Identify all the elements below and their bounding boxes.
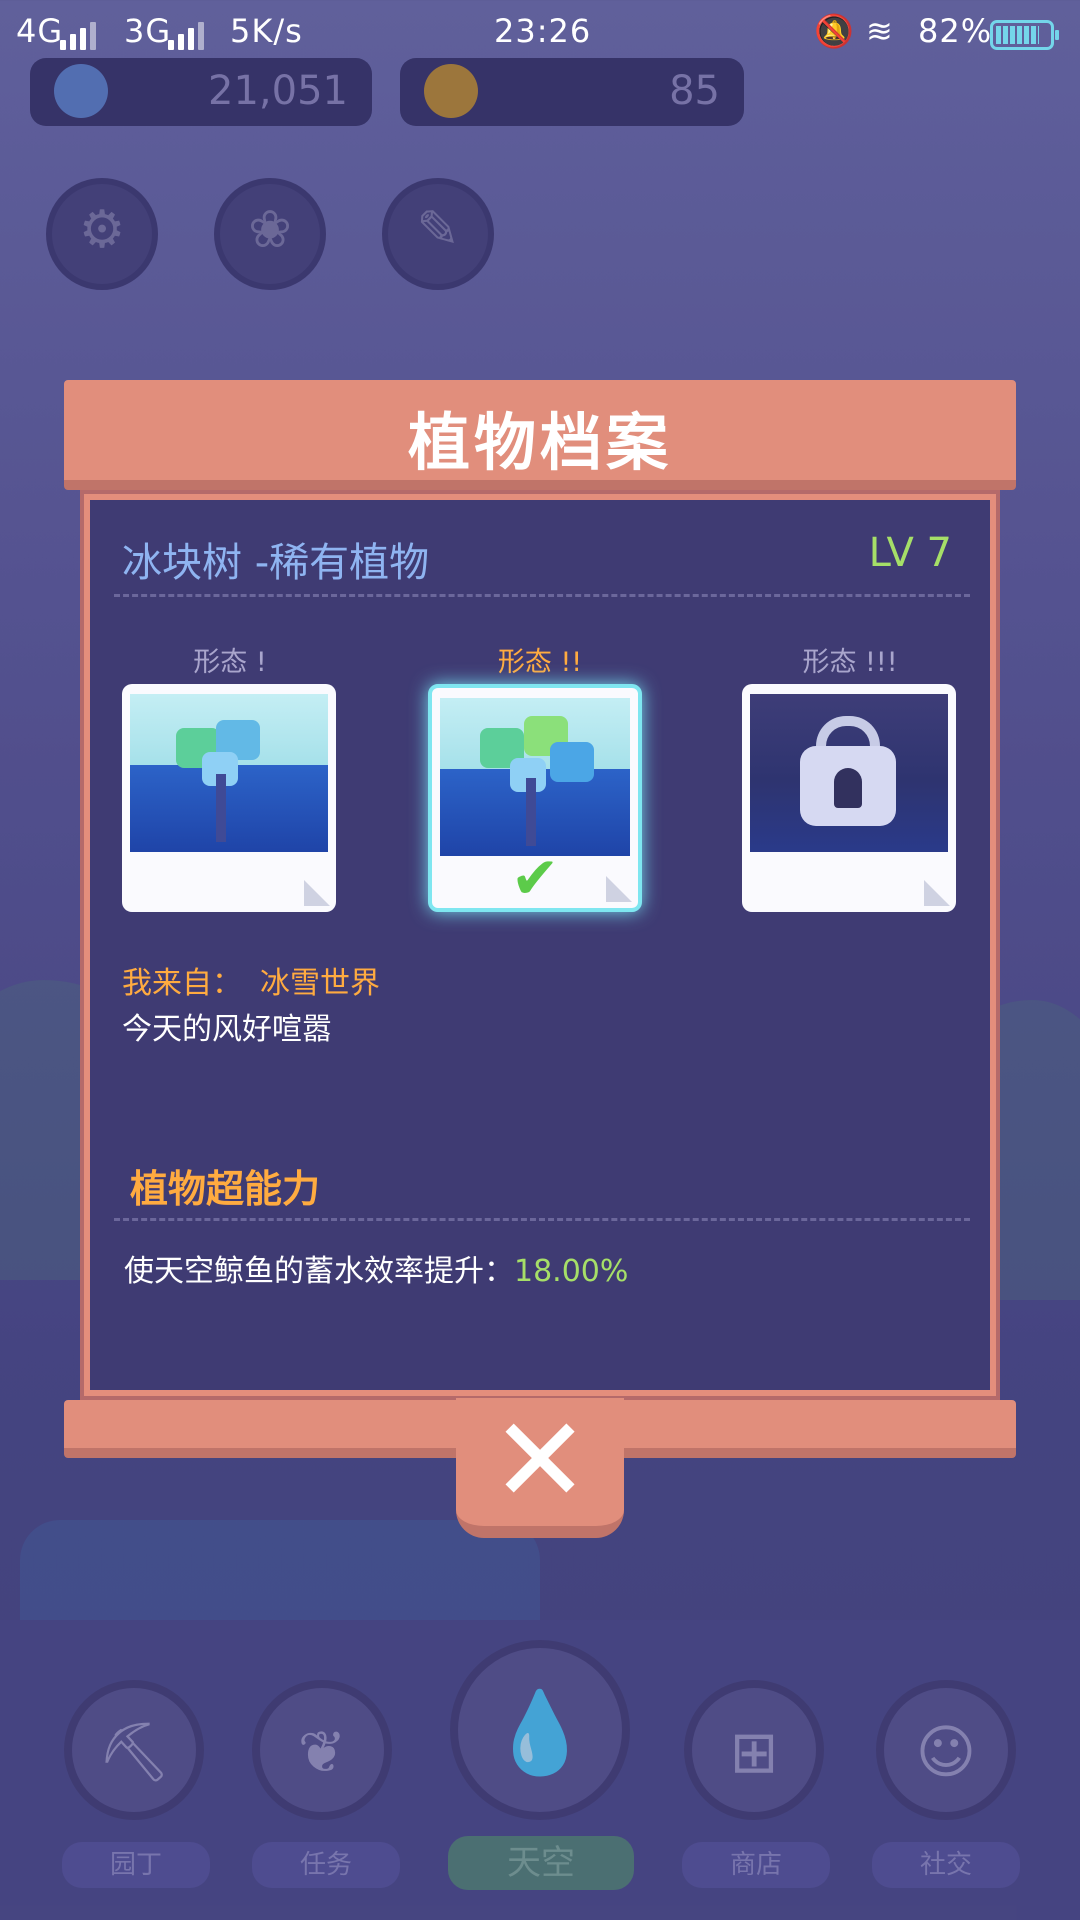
form-label-2: 形态 !! bbox=[497, 647, 583, 678]
locked-image bbox=[750, 694, 948, 852]
plant-name: 冰块树 -稀有植物 bbox=[122, 540, 430, 586]
plant-quote: 今天的风好喧嚣 bbox=[122, 1012, 332, 1047]
ability-description: 使天空鲸鱼的蓄水效率提升：18.00% bbox=[124, 1246, 628, 1290]
wifi-icon: ≋ bbox=[866, 12, 894, 50]
ability-text: 使天空鲸鱼的蓄水效率提升： bbox=[124, 1254, 514, 1289]
origin-value: 冰雪世界 bbox=[260, 966, 380, 1001]
tree-crown bbox=[550, 742, 594, 782]
keyhole-icon bbox=[834, 768, 862, 808]
page-curl bbox=[606, 876, 632, 902]
close-button[interactable]: ✕ bbox=[456, 1398, 624, 1538]
page-curl bbox=[924, 880, 950, 906]
battery-percent: 82% bbox=[918, 12, 993, 50]
origin-line: 我来自： 冰雪世界 bbox=[122, 958, 380, 1002]
form-card-3[interactable] bbox=[742, 684, 956, 912]
close-icon: ✕ bbox=[490, 1391, 590, 1529]
network-type-1: 4G bbox=[16, 12, 64, 50]
tree-trunk bbox=[216, 774, 226, 842]
form-card-1[interactable] bbox=[122, 684, 336, 912]
form-label-3: 形态 !!! bbox=[802, 647, 898, 678]
dialog-title: 植物档案 bbox=[407, 406, 672, 479]
battery-icon bbox=[990, 20, 1059, 50]
divider bbox=[114, 1218, 970, 1221]
dialog-header: 植物档案 bbox=[64, 380, 1016, 490]
ice-tree-image bbox=[130, 694, 328, 852]
network-type-2: 3G bbox=[124, 12, 172, 50]
ice-tree-image bbox=[440, 698, 630, 856]
signal-icon bbox=[168, 22, 210, 50]
form-label-1: 形态 ! bbox=[193, 647, 267, 678]
clock: 23:26 bbox=[494, 12, 592, 50]
page-curl bbox=[304, 880, 330, 906]
tree-trunk bbox=[526, 778, 536, 846]
ability-value: 18.00% bbox=[514, 1254, 629, 1289]
origin-label: 我来自： bbox=[122, 966, 242, 1001]
signal-icon bbox=[60, 22, 102, 50]
network-speed: 5K/s bbox=[230, 12, 303, 50]
status-bar: 4G 3G 5K/s 23:26 🔕 ≋ 82% bbox=[0, 0, 1080, 64]
plant-level: LV 7 bbox=[868, 530, 952, 576]
mute-icon: 🔕 bbox=[814, 12, 855, 50]
form-card-2[interactable]: ✔ bbox=[428, 684, 642, 912]
ability-title: 植物超能力 bbox=[130, 1167, 321, 1211]
divider bbox=[114, 594, 970, 597]
